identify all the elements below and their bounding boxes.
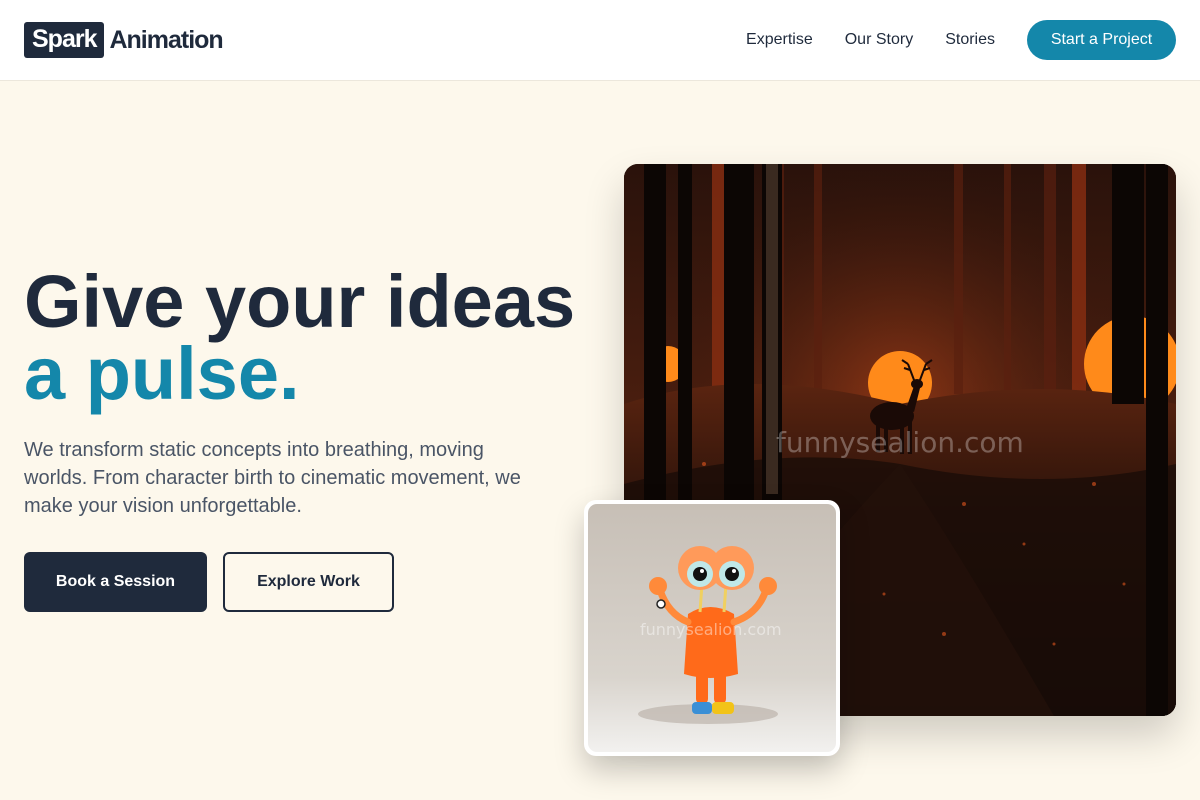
book-session-button[interactable]: Book a Session xyxy=(24,552,207,612)
brand-logo[interactable]: Spark Animation xyxy=(24,22,224,58)
main-nav: Expertise Our Story Stories Start a Proj… xyxy=(746,20,1176,60)
hero-title: Give your ideas a pulse. xyxy=(24,265,575,415)
hero-title-line1: Give your ideas xyxy=(24,260,576,343)
nav-link-our-story[interactable]: Our Story xyxy=(845,31,913,49)
character-card: funnysealion.com xyxy=(584,500,840,756)
explore-work-button[interactable]: Explore Work xyxy=(223,552,394,612)
character-image: funnysealion.com xyxy=(588,504,836,752)
brand-logo-box: Spark xyxy=(24,22,105,58)
nav-link-expertise[interactable]: Expertise xyxy=(746,31,813,49)
site-header: Spark Animation Expertise Our Story Stor… xyxy=(0,0,1200,81)
nav-link-stories[interactable]: Stories xyxy=(945,31,995,49)
hero-title-accent: a pulse. xyxy=(24,332,300,415)
start-project-button[interactable]: Start a Project xyxy=(1027,20,1176,60)
brand-logo-text: Animation xyxy=(109,26,223,54)
hero-description: We transform static concepts into breath… xyxy=(24,439,521,517)
